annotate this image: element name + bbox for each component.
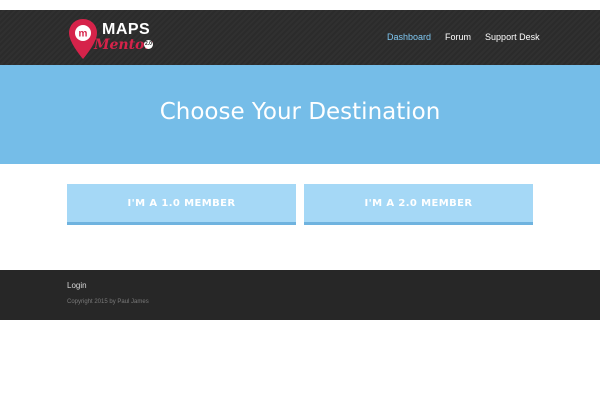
nav-link-dashboard[interactable]: Dashboard <box>387 32 431 42</box>
member-1-0-button[interactable]: I'M A 1.0 MEMBER <box>67 184 296 225</box>
nav-link-forum[interactable]: Forum <box>445 32 471 42</box>
logo-pin-letter: m <box>79 29 88 40</box>
footer-copyright: Copyright 2015 by Paul James <box>67 299 149 305</box>
site-footer: Login Copyright 2015 by Paul James <box>0 270 600 320</box>
footer-login-link[interactable]: Login <box>67 281 87 290</box>
logo-version-badge: 2.0 <box>144 40 153 49</box>
page-title: Choose Your Destination <box>159 99 441 125</box>
nav-link-support-desk[interactable]: Support Desk <box>485 32 540 42</box>
hero-banner: Choose Your Destination <box>0 65 600 164</box>
site-header: m MAPS Mentor 2.0 Dashboard Forum Suppor… <box>0 10 600 65</box>
logo[interactable]: m MAPS Mentor 2.0 <box>68 18 158 62</box>
main-nav: Dashboard Forum Support Desk <box>387 32 540 42</box>
member-2-0-button[interactable]: I'M A 2.0 MEMBER <box>304 184 533 225</box>
